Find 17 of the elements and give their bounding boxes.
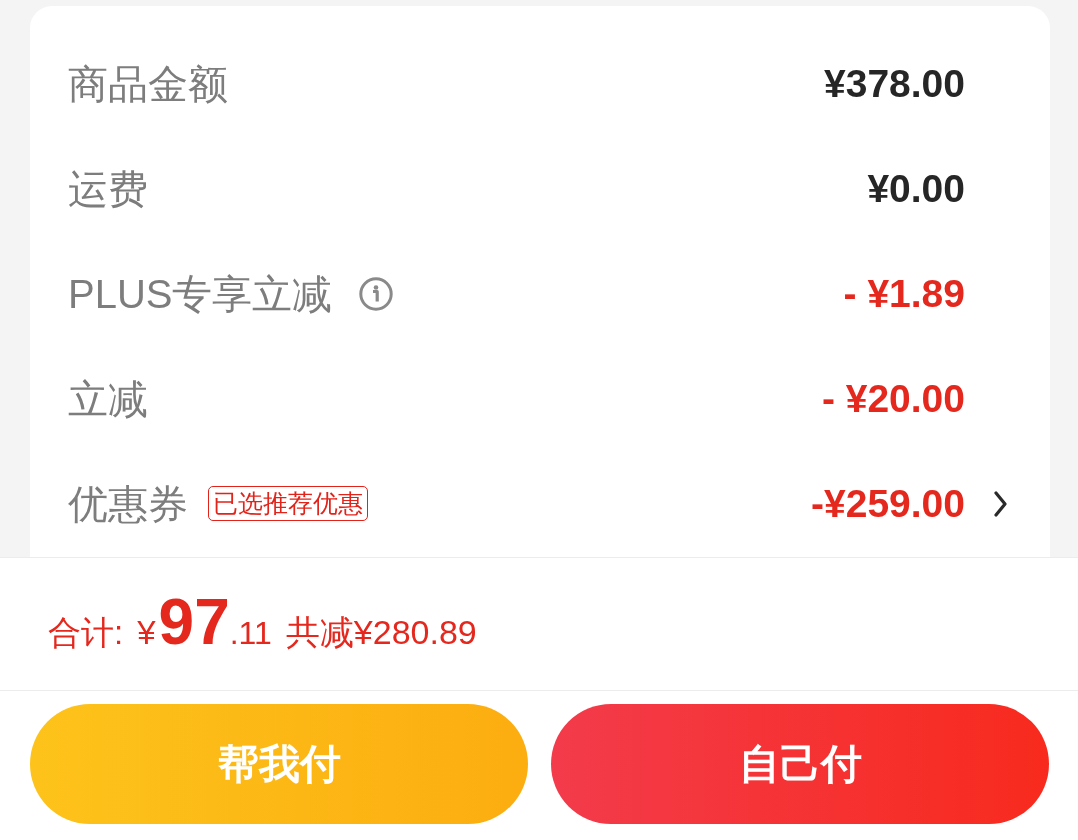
price-value: ¥0.00: [867, 166, 965, 211]
coupon-tag: 已选推荐优惠: [208, 486, 368, 521]
price-value: -¥259.00: [811, 481, 965, 526]
pay-button[interactable]: 自己付: [551, 704, 1049, 824]
savings-text: 共减¥280.89: [285, 612, 477, 653]
price-label: 优惠券: [68, 480, 188, 528]
price-label: 运费: [68, 165, 148, 213]
chevron-right-icon[interactable]: [994, 490, 1007, 517]
price-label: 立减: [68, 375, 148, 423]
price-label: 商品金额: [68, 60, 228, 108]
price-value: - ¥1.89: [843, 271, 965, 316]
info-icon[interactable]: [358, 276, 393, 311]
total-amount: ¥97.11: [137, 585, 272, 659]
total-label: 合计:: [48, 613, 124, 653]
price-label: PLUS专享立减: [68, 270, 333, 318]
price-value: ¥378.00: [824, 61, 965, 106]
price-value: - ¥20.00: [821, 376, 965, 421]
